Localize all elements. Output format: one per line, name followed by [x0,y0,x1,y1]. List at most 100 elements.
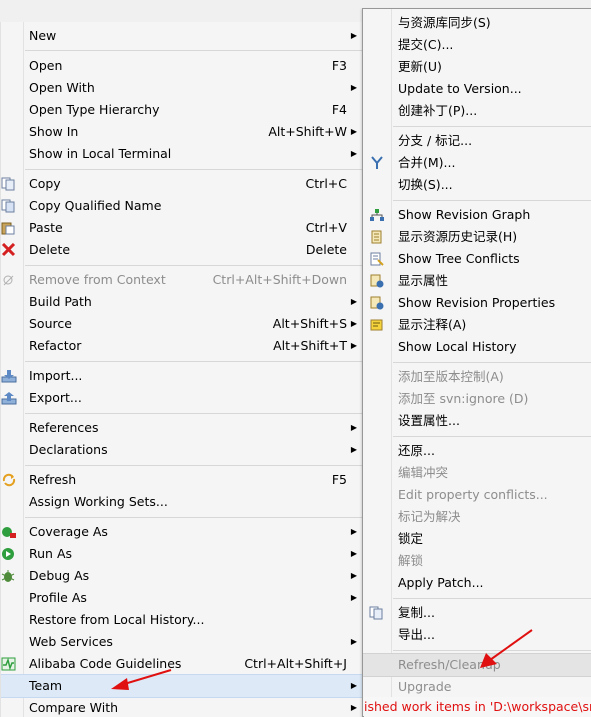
menu-item-refactor[interactable]: Refactor Alt+Shift+T ▶ [1,335,364,357]
menu-item-copy[interactable]: Copy Ctrl+C [1,173,364,195]
menu-item-export[interactable]: Export... [1,387,364,409]
menu-item-branch-tag[interactable]: 分支 / 标记... [363,130,591,152]
menu-item-web-services[interactable]: Web Services ▶ [1,631,364,653]
menu-item-delete[interactable]: Delete Delete [1,239,364,261]
menu-item-coverage-as[interactable]: Coverage As ▶ [1,521,364,543]
menu-item-build-path[interactable]: Build Path ▶ [1,291,364,313]
menu-item-show-local-history[interactable]: Show Local History [363,336,591,358]
menu-item-set-property[interactable]: 设置属性... [363,410,591,432]
menu-item-unlock[interactable]: 解锁 [363,550,591,572]
menu-item-label: 锁定 [398,531,424,546]
menu-item-label: Paste [29,220,63,235]
menu-item-upgrade[interactable]: Upgrade [363,676,591,698]
status-bar-text: ished work items in 'D:\workspace\sm [364,697,591,717]
menu-item-compare-with[interactable]: Compare With ▶ [1,697,364,717]
menu-item-label: Run As [29,546,73,561]
menu-item-add-to-version-control[interactable]: 添加至版本控制(A) [363,366,591,388]
menu-item-create-patch[interactable]: 创建补丁(P)... [363,100,591,122]
menu-item-add-to-svn-ignore[interactable]: 添加至 svn:ignore (D) [363,388,591,410]
menu-item-revert[interactable]: 还原... [363,440,591,462]
menu-item-edit-property-conflicts[interactable]: Edit property conflicts... [363,484,591,506]
submenu-arrow-icon: ▶ [350,703,357,712]
menu-item-declarations[interactable]: Declarations ▶ [1,439,364,461]
menu-item-label: Open [29,58,63,73]
menu-item-label: Coverage As [29,524,108,539]
menu-item-shortcut: Ctrl+V [305,220,347,235]
menu-item-references[interactable]: References ▶ [1,417,364,439]
menu-item-label: Show in Local Terminal [29,146,172,161]
menu-item-debug-as[interactable]: Debug As ▶ [1,565,364,587]
context-menu: New ▶ Open F3 Open With ▶ Open Type Hierarc… [0,22,364,717]
menu-item-lock[interactable]: 锁定 [363,528,591,550]
menu-item-sync-with-repository[interactable]: 与资源库同步(S) [363,12,591,34]
menu-item-show-in-local-terminal[interactable]: Show in Local Terminal ▶ [1,143,364,165]
menu-item-paste[interactable]: Paste Ctrl+V [1,217,364,239]
menu-item-label: Show Revision Properties [398,295,556,310]
menu-item-team[interactable]: Team ▶ [1,674,364,698]
menu-item-label: Source [29,316,72,331]
submenu-arrow-icon: ▶ [350,549,357,558]
menu-item-update[interactable]: 更新(U) [363,56,591,78]
menu-item-import[interactable]: Import... [1,365,364,387]
menu-item-open[interactable]: Open F3 [1,55,364,77]
properties-icon [370,274,384,288]
menu-item-remove-from-context[interactable]: Remove from Context Ctrl+Alt+Shift+Down [1,269,364,291]
menu-item-source[interactable]: Source Alt+Shift+S ▶ [1,313,364,335]
copy-icon [369,606,383,620]
revision-graph-icon [370,209,384,221]
menu-item-label: Refresh [29,472,77,487]
debug-icon [1,570,15,582]
menu-item-edit-conflicts[interactable]: 编辑冲突 [363,462,591,484]
menu-separator [25,361,362,362]
submenu-arrow-icon: ▶ [350,593,357,602]
menu-item-label: Assign Working Sets... [29,494,168,509]
submenu-arrow-icon: ▶ [350,445,357,454]
menu-item-label: Profile As [29,590,87,605]
menu-item-label: 更新(U) [398,59,442,74]
menu-item-profile-as[interactable]: Profile As ▶ [1,587,364,609]
menu-item-merge[interactable]: 合并(M)... [363,152,591,174]
menu-item-copy-qualified-name[interactable]: Copy Qualified Name [1,195,364,217]
menu-item-refresh[interactable]: Refresh F5 [1,469,364,491]
submenu-arrow-icon: ▶ [350,527,357,536]
submenu-arrow-icon: ▶ [350,423,357,432]
menu-item-label: 添加至版本控制(A) [398,369,504,384]
menu-item-label: Show Local History [398,339,517,354]
menu-item-show-revision-properties[interactable]: Show Revision Properties [363,292,591,314]
menu-item-show-in[interactable]: Show In Alt+Shift+W ▶ [1,121,364,143]
menu-item-show-history[interactable]: 显示资源历史记录(H) [363,226,591,248]
menu-separator [393,362,591,363]
menu-item-show-annotate[interactable]: 显示注释(A) [363,314,591,336]
menu-item-show-tree-conflicts[interactable]: Show Tree Conflicts [363,248,591,270]
menu-item-commit[interactable]: 提交(C)... [363,34,591,56]
menu-item-update-to-version[interactable]: Update to Version... [363,78,591,100]
menu-item-restore-from-local-history[interactable]: Restore from Local History... [1,609,364,631]
menu-item-label: 标记为解决 [398,509,461,524]
menu-item-copy[interactable]: 复制... [363,602,591,624]
menu-item-alibaba-code-guidelines[interactable]: Alibaba Code Guidelines Ctrl+Alt+Shift+J [1,653,364,675]
copy-icon [1,177,15,191]
submenu-arrow-icon: ▶ [350,83,357,92]
menu-item-open-with[interactable]: Open With ▶ [1,77,364,99]
menu-item-apply-patch[interactable]: Apply Patch... [363,572,591,594]
menu-item-label: 添加至 svn:ignore (D) [398,391,529,406]
menu-item-label: Copy Qualified Name [29,198,162,213]
menu-item-label: 切换(S)... [398,177,453,192]
menu-item-run-as[interactable]: Run As ▶ [1,543,364,565]
menu-item-mark-resolved[interactable]: 标记为解决 [363,506,591,528]
menu-item-new[interactable]: New ▶ [1,25,364,47]
menu-item-label: Refactor [29,338,82,353]
menu-item-label: 显示资源历史记录(H) [398,229,518,244]
menu-item-label: 导出... [398,627,435,642]
menu-item-label: Show In [29,124,79,139]
menu-item-label: Remove from Context [29,272,166,287]
submenu-arrow-icon: ▶ [350,341,357,350]
menu-item-label: 显示注释(A) [398,317,467,332]
menu-item-show-revision-graph[interactable]: Show Revision Graph [363,204,591,226]
menu-item-show-properties[interactable]: 显示属性 [363,270,591,292]
refresh-icon [2,473,16,487]
menu-item-open-type-hierarchy[interactable]: Open Type Hierarchy F4 [1,99,364,121]
menu-item-switch[interactable]: 切换(S)... [363,174,591,196]
menu-item-assign-working-sets[interactable]: Assign Working Sets... [1,491,364,513]
menu-item-label: Compare With [29,700,119,715]
